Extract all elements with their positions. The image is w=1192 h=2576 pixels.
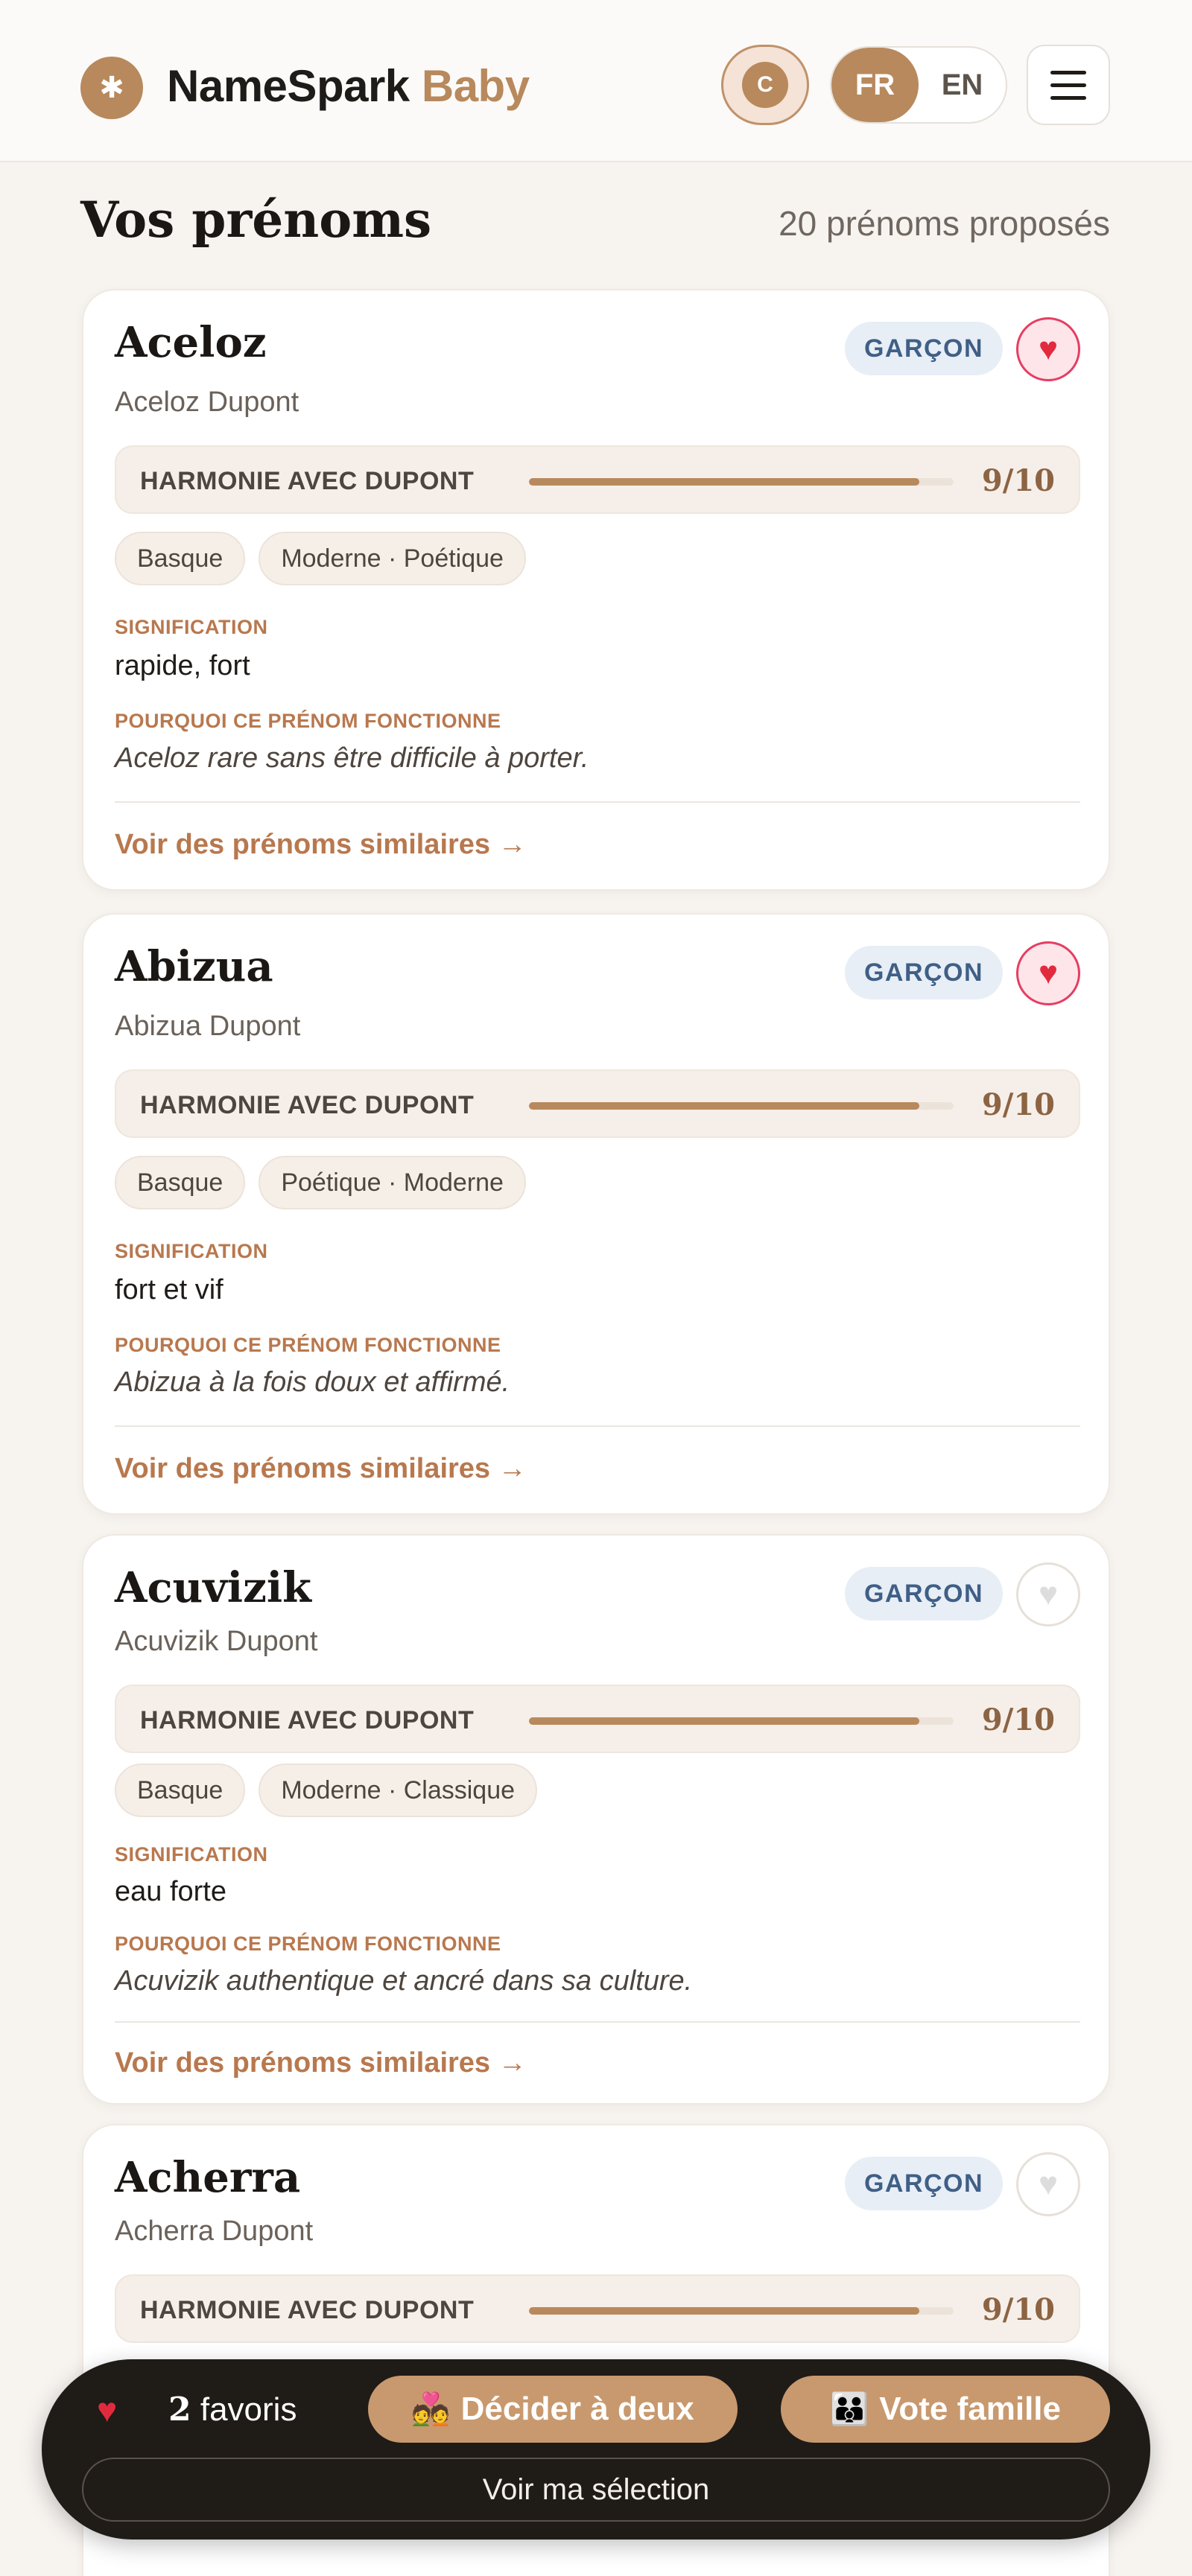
logo-accent: Baby [421,61,530,111]
harmony-bar [529,2307,954,2315]
meaning-text: eau forte [115,1876,226,1907]
harmony-bar [529,1102,954,1110]
name-card: Acuvizik Acuvizik Dupont GARÇON ♥ HARMON… [82,1534,1110,2105]
harmony-bar [529,478,954,486]
harmony-bar [529,1717,954,1725]
divider [115,801,1080,803]
gender-badge: GARÇON [845,1567,1003,1621]
why-text: Abizua à la fois doux et affirmé. [115,1367,510,1398]
harmony-score: 9/10 [981,1087,1055,1122]
tag-list: Basque Moderne · Classique [115,1764,538,1817]
app-logo[interactable]: NameSpark Baby [167,58,530,115]
couple-icon: 💑 [411,2391,451,2426]
hamburger-icon [1050,95,1086,100]
lang-fr-button[interactable]: FR [831,48,919,122]
similar-names-link[interactable]: Voir des prénoms similaires → [115,1451,527,1486]
name-card: Abizua Abizua Dupont GARÇON ♥ HARMONIE A… [82,913,1110,1515]
favorite-button[interactable]: ♥ [1016,317,1080,381]
view-selection-button[interactable]: Voir ma sélection [82,2458,1110,2522]
harmony-label: HARMONIE AVEC DUPONT [140,467,475,495]
card-name: Aceloz [115,318,267,367]
gender-badge: GARÇON [845,946,1003,999]
harmony-label: HARMONIE AVEC DUPONT [140,1706,475,1734]
page-title: Vos prénoms [80,191,432,249]
tag-list: Basque Moderne · Poétique [115,532,526,585]
app-header: ✱ NameSpark Baby C FR EN [0,0,1192,162]
family-vote-label: Vote famille [879,2391,1061,2427]
harmony-meter: HARMONIE AVEC DUPONT 9/10 [115,1069,1080,1138]
origin-tag: Basque [115,1764,246,1817]
why-label: POURQUOI CE PRÉNOM FONCTIONNE [115,710,501,732]
meaning-label: SIGNIFICATION [115,616,268,638]
meaning-label: SIGNIFICATION [115,1843,268,1866]
decide-together-label: Décider à deux [460,2391,694,2427]
harmony-bar-fill [529,1717,920,1725]
language-toggle: FR EN [830,46,1007,124]
family-icon: 👪 [830,2391,869,2426]
style-tag: Moderne · Poétique [259,532,526,585]
similar-names-link[interactable]: Voir des prénoms similaires → [115,827,527,862]
card-full-name: Aceloz Dupont [115,387,299,418]
family-vote-button[interactable]: 👪 Vote famille [781,2376,1110,2443]
origin-tag: Basque [115,532,246,585]
decide-together-button[interactable]: 💑 Décider à deux [368,2376,738,2443]
origin-tag: Basque [115,1156,246,1209]
favorites-count-number: 2 [168,2391,191,2429]
heart-icon: ♥ [1038,2166,1059,2202]
style-tag: Moderne · Classique [259,1764,538,1817]
menu-button[interactable] [1027,45,1110,125]
why-label: POURQUOI CE PRÉNOM FONCTIONNE [115,1933,501,1955]
why-text: Aceloz rare sans être difficile à porter… [115,742,589,774]
favorites-count[interactable]: 2 favoris [168,2386,297,2434]
hamburger-icon [1050,83,1086,87]
card-name: Abizua [115,942,273,991]
favorite-button[interactable]: ♥ [1016,2152,1080,2216]
card-full-name: Abizua Dupont [115,1011,301,1042]
harmony-score: 9/10 [981,2292,1055,2327]
favorites-count-label: favoris [200,2391,297,2428]
harmony-bar-fill [529,478,920,486]
names-count: 20 prénoms proposés [779,204,1110,243]
card-name: Acuvizik [115,1563,311,1612]
gender-badge: GARÇON [845,2157,1003,2210]
heart-icon: ♥ [1038,955,1059,991]
lang-en-button[interactable]: EN [919,48,1006,122]
harmony-bar-fill [529,2307,920,2315]
heart-icon: ♥ [1038,1576,1059,1612]
harmony-score: 9/10 [981,1702,1055,1737]
avatar: C [742,62,788,108]
harmony-bar-fill [529,1102,920,1110]
logo-name: NameSpark [167,61,410,111]
gender-badge: GARÇON [845,322,1003,375]
harmony-meter: HARMONIE AVEC DUPONT 9/10 [115,1685,1080,1753]
harmony-score: 9/10 [981,463,1055,498]
meaning-text: fort et vif [115,1274,224,1306]
favorite-button[interactable]: ♥ [1016,941,1080,1005]
harmony-label: HARMONIE AVEC DUPONT [140,1091,475,1119]
style-tag: Poétique · Moderne [259,1156,526,1209]
favorite-button[interactable]: ♥ [1016,1562,1080,1626]
meaning-text: rapide, fort [115,650,250,681]
divider [115,2021,1080,2023]
favorites-bar: ♥ 2 favoris 💑 Décider à deux 👪 Vote fami… [42,2359,1150,2540]
spark-icon: ✱ [80,57,143,119]
heart-icon: ♥ [97,2391,118,2429]
hamburger-icon [1050,70,1086,74]
why-label: POURQUOI CE PRÉNOM FONCTIONNE [115,1334,501,1356]
harmony-meter: HARMONIE AVEC DUPONT 9/10 [115,445,1080,514]
meaning-label: SIGNIFICATION [115,1240,268,1262]
account-button[interactable]: C [721,45,809,125]
tag-list: Basque Poétique · Moderne [115,1156,526,1209]
similar-names-link[interactable]: Voir des prénoms similaires → [115,2045,527,2081]
name-card: Aceloz Aceloz Dupont GARÇON ♥ HARMONIE A… [82,289,1110,891]
harmony-meter: HARMONIE AVEC DUPONT 9/10 [115,2274,1080,2343]
divider [115,1425,1080,1427]
card-name: Acherra [115,2153,301,2202]
card-full-name: Acherra Dupont [115,2216,314,2247]
card-full-name: Acuvizik Dupont [115,1626,318,1657]
why-text: Acuvizik authentique et ancré dans sa cu… [115,1965,693,1997]
heart-icon: ♥ [1038,331,1059,367]
harmony-label: HARMONIE AVEC DUPONT [140,2296,475,2324]
